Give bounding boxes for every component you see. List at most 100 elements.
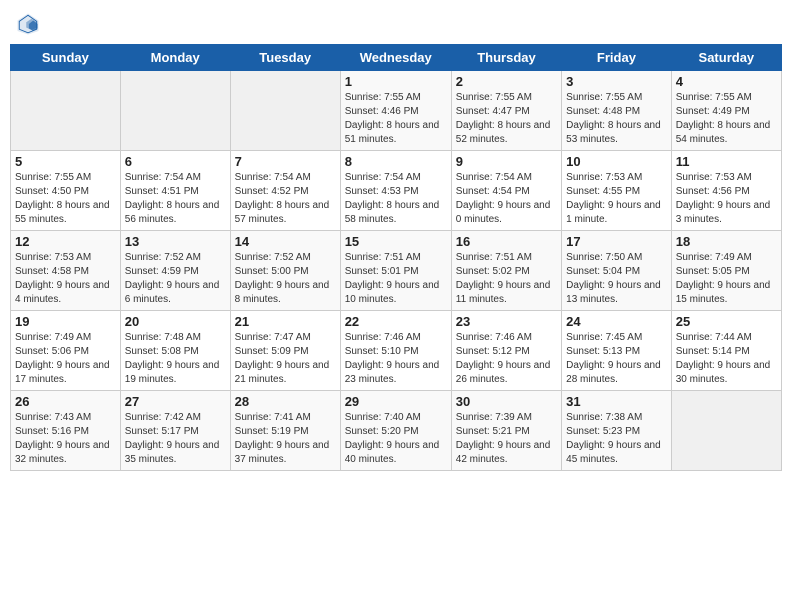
day-info: Sunrise: 7:52 AM Sunset: 5:00 PM Dayligh…	[235, 251, 336, 307]
calendar-week-row: 26Sunrise: 7:43 AM Sunset: 5:16 PM Dayli…	[11, 391, 782, 471]
calendar-cell: 18 Sunrise: 7:49 AM Sunset: 5:05 PM Dayli…	[671, 231, 781, 311]
day-info: Sunrise: 7:53 AM Sunset: 4:55 PM Dayligh…	[566, 171, 667, 227]
day-of-week-header: Thursday	[451, 45, 561, 71]
calendar-cell: 27 Sunrise: 7:42 AM Sunset: 5:17 PM Dayli…	[120, 391, 230, 471]
calendar-cell: 28 Sunrise: 7:41 AM Sunset: 5:19 PM Dayli…	[230, 391, 340, 471]
calendar-header-row: SundayMondayTuesdayWednesdayThursdayFrid…	[11, 45, 782, 71]
day-info: Sunrise: 7:54 AM Sunset: 4:53 PM Dayligh…	[345, 171, 447, 227]
calendar-cell: 4 Sunrise: 7:55 AM Sunset: 4:49 PM Daylig…	[671, 71, 781, 151]
day-info: Sunrise: 7:42 AM Sunset: 5:17 PM Dayligh…	[125, 411, 226, 467]
calendar-cell: 31Sunrise: 7:38 AM Sunset: 5:23 PM Dayli…	[562, 391, 672, 471]
calendar-cell: 9 Sunrise: 7:54 AM Sunset: 4:54 PM Daylig…	[451, 151, 561, 231]
calendar-cell	[120, 71, 230, 151]
day-number: 21	[235, 314, 336, 329]
day-number: 19	[15, 314, 116, 329]
day-number: 18	[676, 234, 777, 249]
day-number: 22	[345, 314, 447, 329]
day-number: 23	[456, 314, 557, 329]
day-info: Sunrise: 7:53 AM Sunset: 4:58 PM Dayligh…	[15, 251, 116, 307]
day-number: 12	[15, 234, 116, 249]
day-number: 30	[456, 394, 557, 409]
day-info: Sunrise: 7:54 AM Sunset: 4:54 PM Dayligh…	[456, 171, 557, 227]
calendar-cell: 25 Sunrise: 7:44 AM Sunset: 5:14 PM Dayli…	[671, 311, 781, 391]
day-info: Sunrise: 7:50 AM Sunset: 5:04 PM Dayligh…	[566, 251, 667, 307]
calendar-cell: 11Sunrise: 7:53 AM Sunset: 4:56 PM Dayli…	[671, 151, 781, 231]
calendar-cell: 5 Sunrise: 7:55 AM Sunset: 4:50 PM Daylig…	[11, 151, 121, 231]
day-number: 14	[235, 234, 336, 249]
calendar-cell: 1 Sunrise: 7:55 AM Sunset: 4:46 PM Daylig…	[340, 71, 451, 151]
calendar-cell: 15 Sunrise: 7:51 AM Sunset: 5:01 PM Dayli…	[340, 231, 451, 311]
calendar-cell: 3 Sunrise: 7:55 AM Sunset: 4:48 PM Daylig…	[562, 71, 672, 151]
calendar-cell: 21Sunrise: 7:47 AM Sunset: 5:09 PM Dayli…	[230, 311, 340, 391]
day-number: 2	[456, 74, 557, 89]
day-info: Sunrise: 7:55 AM Sunset: 4:48 PM Dayligh…	[566, 91, 667, 147]
calendar-week-row: 1 Sunrise: 7:55 AM Sunset: 4:46 PM Daylig…	[11, 71, 782, 151]
day-info: Sunrise: 7:45 AM Sunset: 5:13 PM Dayligh…	[566, 331, 667, 387]
calendar-week-row: 12 Sunrise: 7:53 AM Sunset: 4:58 PM Dayli…	[11, 231, 782, 311]
calendar-cell: 10 Sunrise: 7:53 AM Sunset: 4:55 PM Dayli…	[562, 151, 672, 231]
day-number: 20	[125, 314, 226, 329]
day-number: 9	[456, 154, 557, 169]
calendar-table: SundayMondayTuesdayWednesdayThursdayFrid…	[10, 44, 782, 471]
calendar-cell: 16Sunrise: 7:51 AM Sunset: 5:02 PM Dayli…	[451, 231, 561, 311]
day-number: 24	[566, 314, 667, 329]
day-info: Sunrise: 7:51 AM Sunset: 5:01 PM Dayligh…	[345, 251, 447, 307]
day-of-week-header: Wednesday	[340, 45, 451, 71]
day-number: 3	[566, 74, 667, 89]
day-number: 28	[235, 394, 336, 409]
day-number: 5	[15, 154, 116, 169]
calendar-cell: 19 Sunrise: 7:49 AM Sunset: 5:06 PM Dayli…	[11, 311, 121, 391]
logo	[14, 10, 46, 38]
day-info: Sunrise: 7:44 AM Sunset: 5:14 PM Dayligh…	[676, 331, 777, 387]
day-of-week-header: Saturday	[671, 45, 781, 71]
calendar-cell: 14 Sunrise: 7:52 AM Sunset: 5:00 PM Dayli…	[230, 231, 340, 311]
calendar-cell: 7 Sunrise: 7:54 AM Sunset: 4:52 PM Daylig…	[230, 151, 340, 231]
day-number: 8	[345, 154, 447, 169]
day-info: Sunrise: 7:55 AM Sunset: 4:49 PM Dayligh…	[676, 91, 777, 147]
day-info: Sunrise: 7:55 AM Sunset: 4:47 PM Dayligh…	[456, 91, 557, 147]
day-number: 6	[125, 154, 226, 169]
day-number: 10	[566, 154, 667, 169]
day-info: Sunrise: 7:55 AM Sunset: 4:46 PM Dayligh…	[345, 91, 447, 147]
calendar-cell: 2 Sunrise: 7:55 AM Sunset: 4:47 PM Daylig…	[451, 71, 561, 151]
calendar-cell	[11, 71, 121, 151]
day-info: Sunrise: 7:46 AM Sunset: 5:10 PM Dayligh…	[345, 331, 447, 387]
day-info: Sunrise: 7:51 AM Sunset: 5:02 PM Dayligh…	[456, 251, 557, 307]
calendar-cell	[671, 391, 781, 471]
day-info: Sunrise: 7:55 AM Sunset: 4:50 PM Dayligh…	[15, 171, 116, 227]
calendar-cell: 29Sunrise: 7:40 AM Sunset: 5:20 PM Dayli…	[340, 391, 451, 471]
day-info: Sunrise: 7:40 AM Sunset: 5:20 PM Dayligh…	[345, 411, 447, 467]
calendar-cell: 24 Sunrise: 7:45 AM Sunset: 5:13 PM Dayli…	[562, 311, 672, 391]
day-number: 13	[125, 234, 226, 249]
day-info: Sunrise: 7:43 AM Sunset: 5:16 PM Dayligh…	[15, 411, 116, 467]
day-number: 17	[566, 234, 667, 249]
day-info: Sunrise: 7:41 AM Sunset: 5:19 PM Dayligh…	[235, 411, 336, 467]
day-number: 15	[345, 234, 447, 249]
calendar-cell: 12 Sunrise: 7:53 AM Sunset: 4:58 PM Dayli…	[11, 231, 121, 311]
day-info: Sunrise: 7:49 AM Sunset: 5:06 PM Dayligh…	[15, 331, 116, 387]
calendar-cell: 26Sunrise: 7:43 AM Sunset: 5:16 PM Dayli…	[11, 391, 121, 471]
day-info: Sunrise: 7:49 AM Sunset: 5:05 PM Dayligh…	[676, 251, 777, 307]
calendar-cell: 22 Sunrise: 7:46 AM Sunset: 5:10 PM Dayli…	[340, 311, 451, 391]
calendar-cell: 17 Sunrise: 7:50 AM Sunset: 5:04 PM Dayli…	[562, 231, 672, 311]
day-number: 25	[676, 314, 777, 329]
day-of-week-header: Friday	[562, 45, 672, 71]
day-info: Sunrise: 7:54 AM Sunset: 4:52 PM Dayligh…	[235, 171, 336, 227]
day-number: 4	[676, 74, 777, 89]
calendar-cell: 13 Sunrise: 7:52 AM Sunset: 4:59 PM Dayli…	[120, 231, 230, 311]
day-info: Sunrise: 7:39 AM Sunset: 5:21 PM Dayligh…	[456, 411, 557, 467]
calendar-cell: 30 Sunrise: 7:39 AM Sunset: 5:21 PM Dayli…	[451, 391, 561, 471]
calendar-cell: 20Sunrise: 7:48 AM Sunset: 5:08 PM Dayli…	[120, 311, 230, 391]
day-number: 1	[345, 74, 447, 89]
page-header	[10, 10, 782, 38]
day-of-week-header: Monday	[120, 45, 230, 71]
day-info: Sunrise: 7:46 AM Sunset: 5:12 PM Dayligh…	[456, 331, 557, 387]
calendar-cell: 8 Sunrise: 7:54 AM Sunset: 4:53 PM Daylig…	[340, 151, 451, 231]
day-of-week-header: Sunday	[11, 45, 121, 71]
day-number: 11	[676, 154, 777, 169]
day-number: 7	[235, 154, 336, 169]
day-info: Sunrise: 7:38 AM Sunset: 5:23 PM Dayligh…	[566, 411, 667, 467]
calendar-week-row: 19 Sunrise: 7:49 AM Sunset: 5:06 PM Dayli…	[11, 311, 782, 391]
day-info: Sunrise: 7:52 AM Sunset: 4:59 PM Dayligh…	[125, 251, 226, 307]
day-number: 27	[125, 394, 226, 409]
